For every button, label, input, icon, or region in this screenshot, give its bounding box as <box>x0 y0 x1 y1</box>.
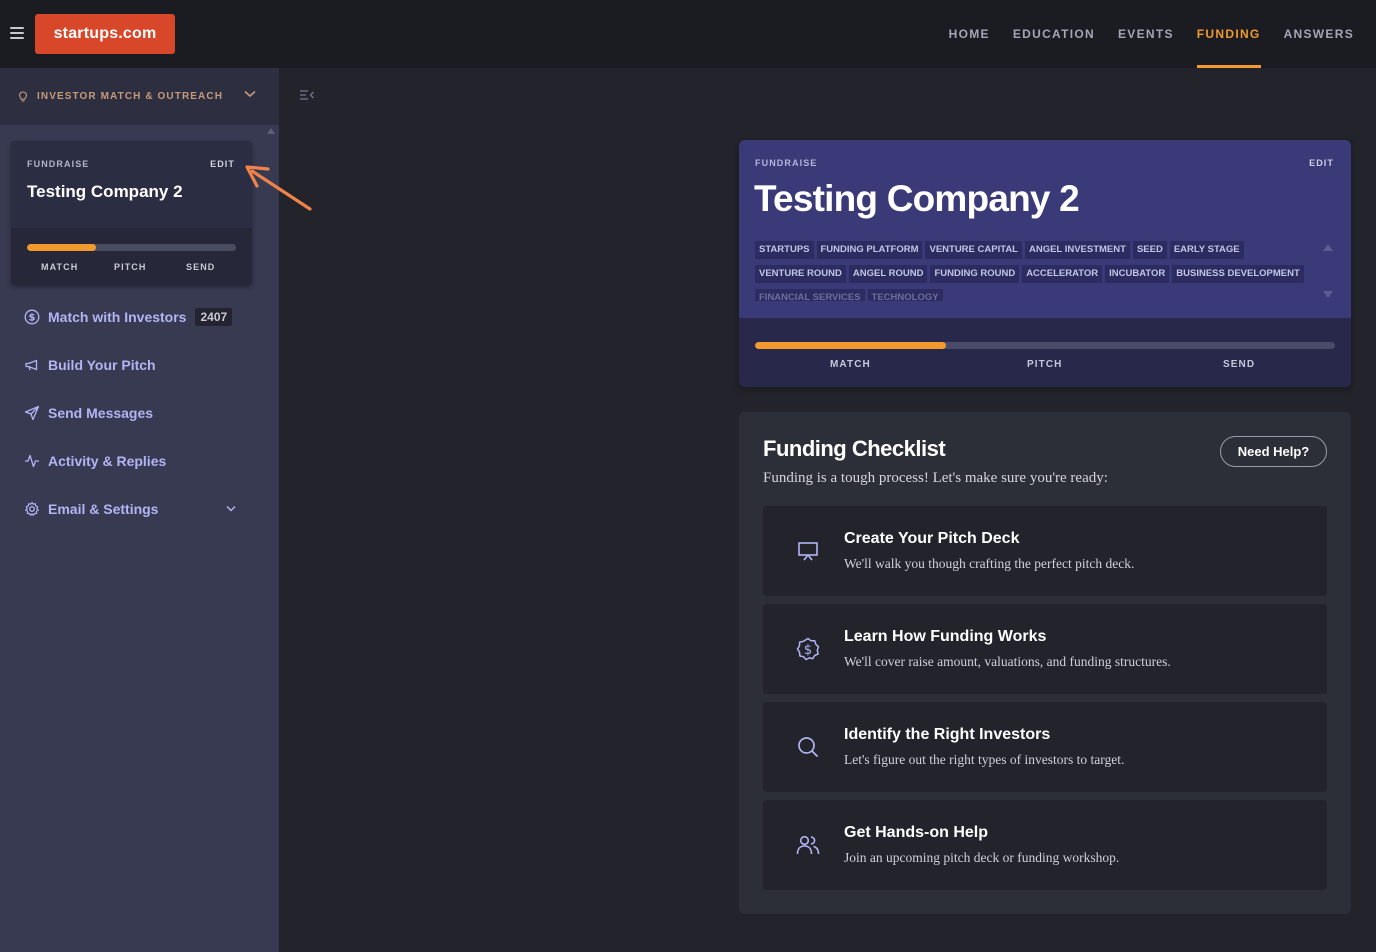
tag: FUNDING ROUND <box>930 265 1020 283</box>
step-send: SEND <box>1223 359 1256 370</box>
fundraise-company-title: Testing Company 2 <box>754 178 1080 219</box>
fundraise-progress-bar <box>27 244 236 251</box>
sidebar-item-label: Send Messages <box>48 405 154 421</box>
sidebar-item-label: Match with Investors <box>48 309 187 325</box>
sidebar-scroll-up-arrow[interactable] <box>267 128 275 134</box>
fundraise-main-card: FUNDRAISE EDIT Testing Company 2 STARTUP… <box>739 140 1351 387</box>
checklist-item-desc: Join an upcoming pitch deck or funding w… <box>844 850 1120 865</box>
sidebar-item-label: Email & Settings <box>48 501 159 517</box>
chevron-down-icon <box>244 90 256 98</box>
tag: VENTURE CAPITAL <box>925 241 1022 259</box>
step-send: SEND <box>186 262 216 272</box>
fundraise-main-progress-fill <box>755 342 947 349</box>
fundraise-main-header: FUNDRAISE EDIT Testing Company 2 STARTUP… <box>739 140 1351 318</box>
svg-text:$: $ <box>804 643 812 658</box>
startups-logo[interactable]: startups.com <box>35 14 175 54</box>
annotation-arrow <box>245 165 312 211</box>
sidebar-item-build-pitch[interactable]: Build Your Pitch <box>0 341 279 389</box>
activity-icon <box>25 454 39 468</box>
tag: SEED <box>1132 241 1167 259</box>
checklist-item-desc: We'll walk you though crafting the perfe… <box>844 556 1135 571</box>
checklist-item-title: Learn How Funding Works <box>844 628 1047 645</box>
sidebar-item-label: Build Your Pitch <box>48 357 156 373</box>
tag: INCUBATOR <box>1105 265 1170 283</box>
funding-checklist: Funding Checklist Funding is a tough pro… <box>739 412 1351 914</box>
lightbulb-icon <box>19 90 27 102</box>
need-help-button[interactable]: Need Help? <box>1220 436 1327 467</box>
fundraise-main-progress-bar <box>755 342 1335 349</box>
checklist-item-desc: Let's figure out the right types of inve… <box>844 752 1125 767</box>
tag: FUNDING PLATFORM <box>816 241 923 259</box>
sidebar-section-title: INVESTOR MATCH & OUTREACH <box>37 91 224 102</box>
tag: EARLY STAGE <box>1169 241 1244 259</box>
checklist-item-title: Create Your Pitch Deck <box>844 530 1020 547</box>
nav-answers[interactable]: ANSWERS <box>1284 0 1354 68</box>
tag: BUSINESS DEVELOPMENT <box>1172 265 1304 283</box>
checklist-subtitle: Funding is a tough process! Let's make s… <box>763 470 1108 486</box>
tag: FINANCIAL SERVICES <box>755 289 865 301</box>
fundraise-company-name: Testing Company 2 <box>27 182 183 201</box>
checklist-title: Funding Checklist <box>763 436 946 461</box>
tag: VENTURE ROUND <box>755 265 846 283</box>
tag: ANGEL ROUND <box>848 265 928 283</box>
investor-count-badge: 2407 <box>195 308 233 326</box>
step-pitch: PITCH <box>114 262 147 272</box>
send-icon <box>24 405 40 421</box>
checklist-item-hands-on-help[interactable]: Get Hands-on Help Join an upcoming pitch… <box>763 800 1327 890</box>
chevron-down-icon <box>226 506 236 512</box>
sidebar: INVESTOR MATCH & OUTREACH FUNDRAISE EDIT… <box>0 68 279 952</box>
fundraise-card: FUNDRAISE EDIT Testing Company 2 MATCH P… <box>11 141 252 285</box>
fundraise-label: FUNDRAISE <box>27 159 90 169</box>
megaphone-icon <box>25 359 38 371</box>
fundraise-edit-link[interactable]: EDIT <box>1309 158 1334 168</box>
main-nav: HOME EDUCATION EVENTS FUNDING ANSWERS <box>926 0 1354 68</box>
presentation-icon <box>798 542 818 561</box>
sidebar-section-dropdown[interactable]: INVESTOR MATCH & OUTREACH <box>0 68 279 125</box>
step-match: MATCH <box>41 262 79 272</box>
sidebar-menu: $ Match with Investors 2407 Build Your P… <box>0 293 279 533</box>
nav-education[interactable]: EDUCATION <box>1013 0 1095 68</box>
sidebar-item-activity[interactable]: Activity & Replies <box>0 437 279 485</box>
tags-scroll-down-arrow[interactable] <box>1323 291 1333 298</box>
checklist-item-right-investors[interactable]: Identify the Right Investors Let's figur… <box>763 702 1327 792</box>
collapse-sidebar-icon[interactable] <box>299 89 315 101</box>
gear-icon <box>25 501 39 516</box>
tag-list: STARTUPS FUNDING PLATFORM VENTURE CAPITAL A… <box>755 239 1315 301</box>
fundraise-label: FUNDRAISE <box>755 158 818 168</box>
sidebar-item-email-settings[interactable]: Email & Settings <box>0 485 279 533</box>
checklist-item-title: Identify the Right Investors <box>844 726 1051 743</box>
sidebar-item-label: Activity & Replies <box>48 453 167 469</box>
checklist-item-desc: We'll cover raise amount, valuations, an… <box>844 654 1171 669</box>
dollar-badge-icon: $ <box>796 637 820 661</box>
step-match: MATCH <box>830 359 871 370</box>
step-pitch: PITCH <box>1027 359 1063 370</box>
tag: ANGEL INVESTMENT <box>1024 241 1130 259</box>
sidebar-item-match-investors[interactable]: $ Match with Investors 2407 <box>0 293 279 341</box>
nav-events[interactable]: EVENTS <box>1118 0 1174 68</box>
search-icon <box>798 737 818 757</box>
checklist-item-pitch-deck[interactable]: Create Your Pitch Deck We'll walk you th… <box>763 506 1327 596</box>
fundraise-progress-fill <box>27 244 96 251</box>
fundraise-edit-link[interactable]: EDIT <box>210 159 235 169</box>
nav-home[interactable]: HOME <box>949 0 990 68</box>
users-icon <box>796 835 820 855</box>
svg-text:$: $ <box>29 313 36 324</box>
hamburger-menu-icon[interactable] <box>10 27 24 39</box>
top-bar: startups.com HOME EDUCATION EVENTS FUNDI… <box>0 0 1376 68</box>
tag: STARTUPS <box>755 241 814 259</box>
checklist-item-funding-works[interactable]: $ Learn How Funding Works We'll cover ra… <box>763 604 1327 694</box>
tag: ACCELERATOR <box>1022 265 1103 283</box>
checklist-item-title: Get Hands-on Help <box>844 824 989 841</box>
tags-scroll-up-arrow[interactable] <box>1323 244 1333 251</box>
sidebar-item-send-messages[interactable]: Send Messages <box>0 389 279 437</box>
nav-funding[interactable]: FUNDING <box>1196 0 1261 68</box>
tag: TECHNOLOGY <box>867 289 943 301</box>
dollar-circle-icon: $ <box>24 309 40 325</box>
